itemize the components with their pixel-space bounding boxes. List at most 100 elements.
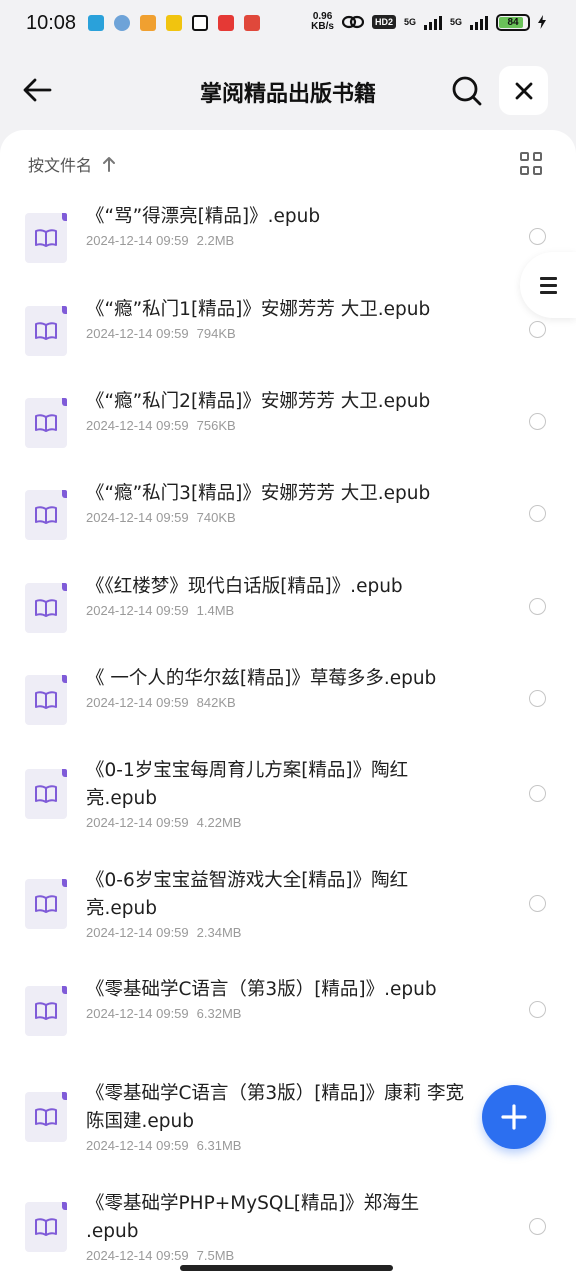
file-info: 《零基础学PHP+MySQL[精品]》郑海生 .epub 2024-12-14 0… (86, 1190, 476, 1263)
book-file-icon (25, 986, 67, 1036)
open-book-icon (35, 322, 57, 340)
file-info: 《零基础学C语言（第3版）[精品]》.epub 2024-12-14 09:59 6… (86, 976, 476, 1021)
file-name: 《“骂”得漂亮[精品]》.epub (86, 206, 321, 227)
file-date: 2024-12-14 09:59 (86, 1006, 189, 1021)
file-meta: 2024-12-14 09:59 756KB (86, 418, 476, 433)
menu-icon (539, 276, 557, 294)
select-radio[interactable] (529, 321, 546, 338)
signal-label-2: 5G (449, 17, 462, 27)
open-book-icon (35, 1108, 57, 1126)
select-radio[interactable] (529, 413, 546, 430)
file-name: 《“瘾”私门2[精品]》安娜芳芳 大卫.epub (86, 391, 431, 412)
page-title: 掌阅精品出版书籍 (199, 82, 376, 107)
file-info: 《《红楼梦》现代白话版[精品]》.epub 2024-12-14 09:59 1.4… (86, 573, 476, 618)
select-radio[interactable] (529, 785, 546, 802)
file-list-item[interactable]: 《 一个人的华尔兹[精品]》草莓多多.epub 2024-12-14 09:59 8… (0, 660, 576, 736)
file-meta: 2024-12-14 09:59 842KB (86, 695, 476, 710)
search-button[interactable] (450, 74, 484, 108)
select-radio[interactable] (529, 1218, 546, 1235)
file-list-item[interactable]: 《“骂”得漂亮[精品]》.epub 2024-12-14 09:59 2.2MB (0, 198, 576, 274)
file-meta: 2024-12-14 09:59 1.4MB (86, 603, 476, 618)
file-info: 《“骂”得漂亮[精品]》.epub 2024-12-14 09:59 2.2MB (86, 203, 476, 248)
select-radio[interactable] (529, 690, 546, 707)
link-icon (341, 15, 364, 29)
news-app-icon (166, 15, 182, 31)
select-radio[interactable] (529, 228, 546, 245)
book-file-icon (25, 306, 67, 356)
grid-view-button[interactable] (520, 152, 544, 176)
file-meta: 2024-12-14 09:59 6.31MB (86, 1138, 476, 1153)
file-list-item[interactable]: 《“瘾”私门3[精品]》安娜芳芳 大卫.epub 2024-12-14 09:59… (0, 475, 576, 551)
file-name: 《“瘾”私门3[精品]》安娜芳芳 大卫.epub (86, 483, 431, 504)
hd-badge: HD2 (371, 15, 396, 29)
open-book-icon (35, 785, 57, 803)
book-file-icon (25, 398, 67, 448)
file-name: 《《红楼梦》现代白话版[精品]》.epub (86, 576, 403, 597)
book-file-icon (25, 879, 67, 929)
select-radio[interactable] (529, 598, 546, 615)
flower-app-icon (140, 15, 156, 31)
file-size: 1.4MB (196, 603, 235, 618)
book-file-icon (25, 213, 67, 263)
file-date: 2024-12-14 09:59 (86, 815, 189, 830)
sort-control[interactable]: 按文件名 (28, 152, 116, 176)
net-speed-unit: KB/s (311, 21, 334, 32)
file-size: 2.34MB (196, 925, 242, 940)
signal-bars-1-icon (423, 14, 442, 30)
select-radio[interactable] (529, 505, 546, 522)
file-date: 2024-12-14 09:59 (86, 510, 189, 525)
file-list-item[interactable]: 《0-6岁宝宝益智游戏大全[精品]》陶红亮.epub 2024-12-14 09:… (0, 862, 576, 966)
book-file-icon (25, 675, 67, 725)
file-size: 4.22MB (196, 815, 242, 830)
file-meta: 2024-12-14 09:59 7.5MB (86, 1248, 476, 1263)
file-name: 《零基础学C语言（第3版）[精品]》康莉 李宽 陈国建.epub (86, 1083, 465, 1132)
select-radio[interactable] (529, 895, 546, 912)
network-speed: 0.96 KB/s (311, 12, 334, 32)
file-meta: 2024-12-14 09:59 4.22MB (86, 815, 476, 830)
select-radio[interactable] (529, 1001, 546, 1018)
file-list-item[interactable]: 《零基础学C语言（第3版）[精品]》.epub 2024-12-14 09:59 6… (0, 971, 576, 1047)
file-info: 《“瘾”私门3[精品]》安娜芳芳 大卫.epub 2024-12-14 09:59… (86, 480, 476, 525)
red-app-icon (244, 15, 260, 31)
add-button[interactable] (482, 1085, 546, 1149)
status-time: 10:08 (26, 12, 77, 34)
file-name: 《0-1岁宝宝每周育儿方案[精品]》陶红亮.epub (86, 760, 409, 809)
file-size: 794KB (196, 326, 236, 341)
open-book-icon (35, 691, 57, 709)
close-icon (515, 82, 532, 99)
file-name: 《零基础学C语言（第3版）[精品]》.epub (86, 979, 437, 1000)
file-name: 《零基础学PHP+MySQL[精品]》郑海生 .epub (86, 1193, 420, 1242)
file-list-item[interactable]: 《“瘾”私门1[精品]》安娜芳芳 大卫.epub 2024-12-14 09:59… (0, 291, 576, 367)
charging-icon (538, 15, 546, 29)
file-size: 842KB (196, 695, 236, 710)
close-button[interactable] (499, 66, 548, 115)
search-icon (452, 76, 482, 106)
file-list-item[interactable]: 《0-1岁宝宝每周育儿方案[精品]》陶红亮.epub 2024-12-14 09:… (0, 752, 576, 856)
file-size: 2.2MB (196, 233, 235, 248)
file-info: 《零基础学C语言（第3版）[精品]》康莉 李宽 陈国建.epub 2024-12-… (86, 1080, 476, 1153)
notification-icons (88, 15, 260, 31)
file-meta: 2024-12-14 09:59 2.34MB (86, 925, 476, 940)
open-book-icon (35, 599, 57, 617)
file-size: 740KB (196, 510, 236, 525)
battery-icon: 84 (496, 13, 530, 31)
file-date: 2024-12-14 09:59 (86, 326, 189, 341)
file-size: 756KB (196, 418, 236, 433)
open-book-icon (35, 895, 57, 913)
sort-label: 按文件名 (28, 156, 93, 175)
file-list-item[interactable]: 《《红楼梦》现代白话版[精品]》.epub 2024-12-14 09:59 1.4… (0, 568, 576, 644)
file-meta: 2024-12-14 09:59 740KB (86, 510, 476, 525)
book-file-icon (25, 1092, 67, 1142)
file-info: 《“瘾”私门2[精品]》安娜芳芳 大卫.epub 2024-12-14 09:59… (86, 388, 476, 433)
app-header: 掌阅精品出版书籍 (0, 60, 576, 120)
signal-bars-2-icon (470, 14, 488, 30)
file-date: 2024-12-14 09:59 (86, 1138, 189, 1153)
open-book-icon (35, 229, 57, 247)
open-book-icon (35, 506, 57, 524)
arrow-up-icon (103, 157, 116, 172)
file-date: 2024-12-14 09:59 (86, 418, 189, 433)
file-date: 2024-12-14 09:59 (86, 695, 189, 710)
file-info: 《 一个人的华尔兹[精品]》草莓多多.epub 2024-12-14 09:59 8… (86, 665, 476, 710)
file-list-item[interactable]: 《“瘾”私门2[精品]》安娜芳芳 大卫.epub 2024-12-14 09:59… (0, 383, 576, 459)
home-indicator[interactable] (180, 1265, 393, 1271)
